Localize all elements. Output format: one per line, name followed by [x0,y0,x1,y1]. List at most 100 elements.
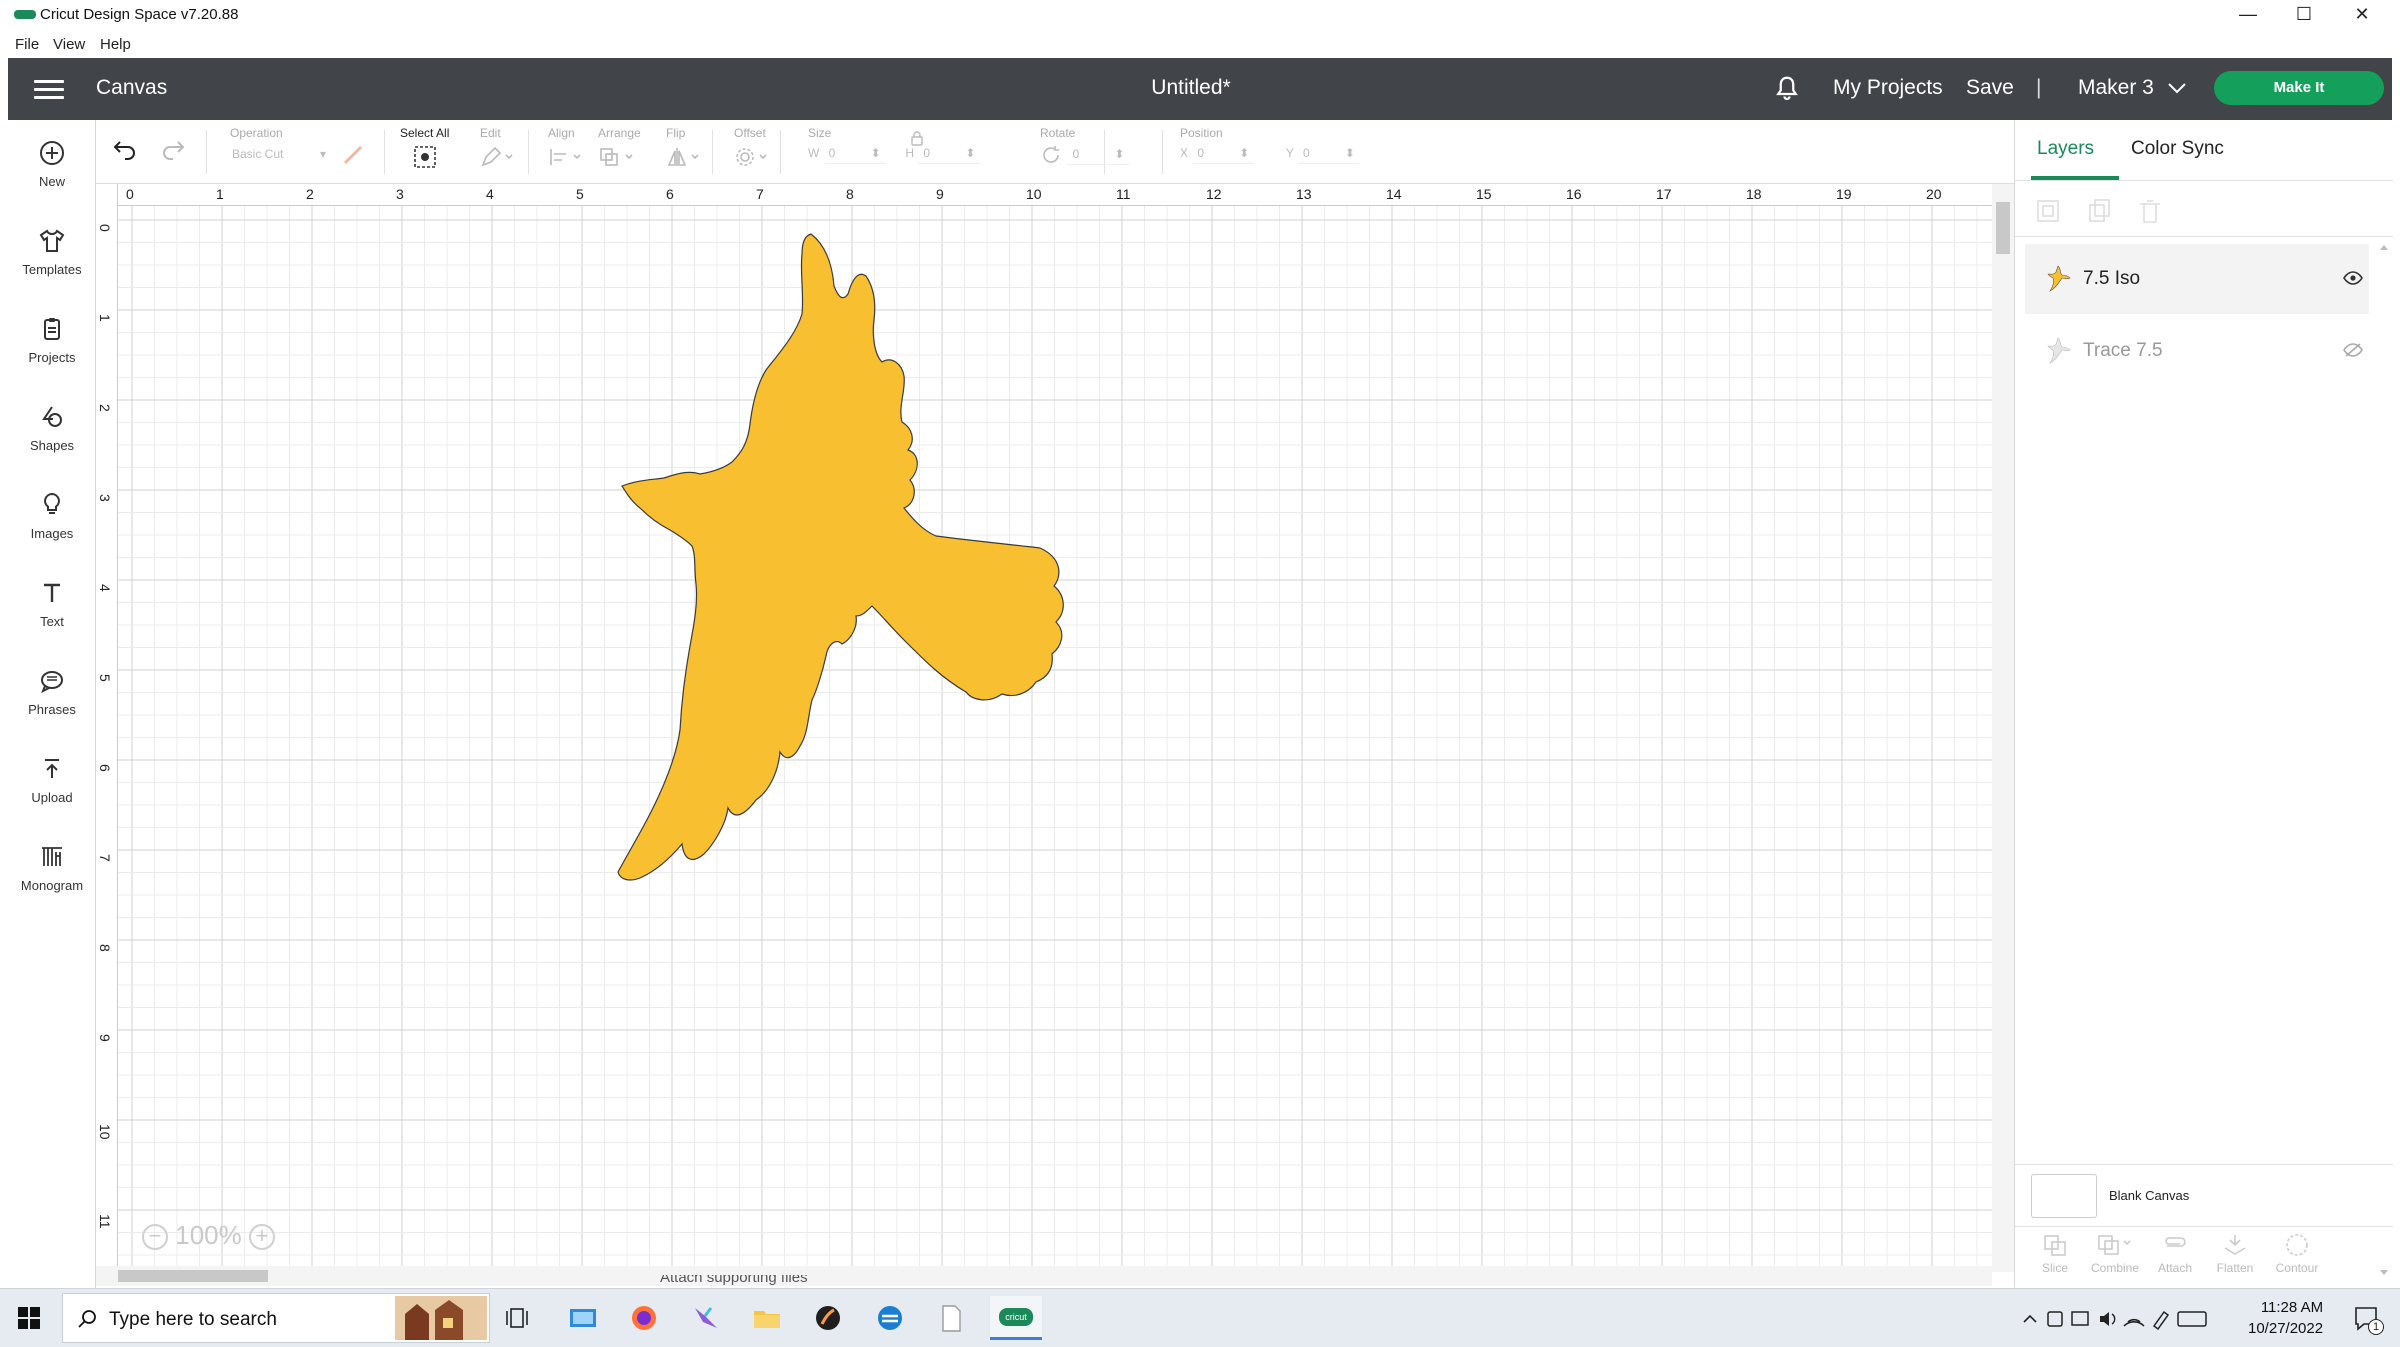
hummingbird-app-icon[interactable] [689,1302,723,1334]
hamburger-menu-icon[interactable] [34,80,64,99]
tool-text[interactable]: Text [8,566,96,646]
save-button[interactable]: Save [1966,76,2014,100]
lock-icon[interactable] [910,130,924,146]
taskbar-clock[interactable]: 11:28 AM 10/27/2022 [2248,1297,2323,1339]
tool-images[interactable]: Images [8,478,96,558]
slice-button[interactable]: Slice [2025,1232,2085,1275]
layer-row[interactable]: Trace 7.5 [2025,316,2369,386]
ruler-tick-label: 8 [97,944,113,952]
menu-file[interactable]: File [15,36,39,53]
plus-circle-icon [40,141,64,165]
tool-upload[interactable]: Upload [8,742,96,822]
edit-label: Edit [480,126,501,140]
undo-button[interactable] [112,136,138,165]
attach-button[interactable]: Attach [2145,1232,2205,1275]
cricut-taskbar-label: cricut [999,1308,1033,1326]
tool-new[interactable]: New [8,126,96,206]
rotate-label: Rotate [1040,126,1076,140]
design-canvas[interactable] [96,184,1992,1272]
flatten-button[interactable]: Flatten [2205,1232,2265,1275]
app-header: Canvas Untitled* My Projects Save | Make… [8,58,2392,120]
ruler-tick-label: 2 [97,404,113,412]
speech-bubble-icon [41,671,63,694]
eye-hidden-icon[interactable] [2343,342,2363,358]
firefox-icon[interactable] [627,1302,661,1334]
blank-canvas-swatch[interactable] [2031,1174,2097,1218]
file-explorer-icon[interactable] [750,1302,784,1334]
app-blue-icon[interactable] [873,1302,907,1334]
tool-shapes[interactable]: Shapes [8,390,96,470]
close-button[interactable]: ✕ [2334,0,2390,30]
left-toolbar: New Templates Projects Shapes Images Tex… [8,120,96,1288]
redo-button[interactable] [160,136,186,165]
flip-group[interactable]: Flip [666,126,702,173]
windows-start-icon[interactable] [17,1306,41,1330]
horizontal-scrollbar[interactable] [96,1266,1992,1286]
layer-row[interactable]: 7.5 Iso [2025,244,2369,314]
my-projects-link[interactable]: My Projects [1833,76,1943,100]
width-input[interactable]: 0 ⬍ [822,144,887,164]
layers-panel: Layers Color Sync 7.5 Iso Trace 7.5 Blan… [2014,120,2393,1288]
arrange-group[interactable]: Arrange [598,126,641,173]
vertical-scrollbar[interactable] [1992,184,2014,1272]
slice-icon [2044,1235,2066,1256]
wifi-icon [2123,1318,2145,1327]
offset-label: Offset [734,126,766,140]
tool-monogram[interactable]: Monogram [8,830,96,910]
edit-group[interactable]: Edit [480,126,514,173]
minimize-button[interactable]: — [2220,0,2276,30]
combine-button[interactable]: Combine [2085,1232,2145,1275]
duplicate-icon [2089,199,2110,222]
ruler-tick-label: 3 [97,494,113,502]
scrollbar-thumb[interactable] [118,1270,268,1282]
y-input[interactable]: 0 ⬍ [1296,144,1361,164]
contour-button[interactable]: Contour [2267,1232,2327,1275]
tool-templates[interactable]: Templates [8,214,96,294]
task-view-icon[interactable] [502,1302,536,1334]
ruler-tick-label: 10 [1026,186,1042,202]
layer-name: Trace 7.5 [2083,340,2163,361]
document-icon[interactable] [934,1302,968,1334]
stepper-icon: ⬍ [870,146,881,160]
panel-scrollbar[interactable] [2377,240,2391,1340]
menu-view[interactable]: View [53,36,85,53]
rotate-input[interactable]: 0 ⬍ [1066,145,1131,165]
eye-icon[interactable] [2343,270,2363,286]
height-input[interactable]: 0 ⬍ [917,144,982,164]
x-input[interactable]: 0 ⬍ [1191,144,1256,164]
height-label: H [905,146,915,161]
offset-group[interactable]: Offset [734,126,770,173]
cricut-taskbar-button[interactable]: cricut [990,1296,1042,1340]
pencil-icon [481,146,513,167]
select-all-button[interactable]: Select All [400,126,449,175]
position-group: Position X 0 ⬍ Y 0 ⬍ [1180,126,1361,170]
panel-divider [2015,236,2393,237]
zoom-out-button[interactable]: − [142,1224,168,1251]
tab-layers[interactable]: Layers [2037,138,2094,160]
machine-selector[interactable]: Maker 3 [2078,76,2188,100]
ruler-tick-label: 17 [1656,186,1672,202]
operation-label: Operation [230,126,283,140]
tab-color-sync[interactable]: Color Sync [2131,138,2224,160]
align-group[interactable]: Align [548,126,582,173]
tool-projects[interactable]: Projects [8,302,96,382]
make-it-button[interactable]: Make It [2214,71,2384,105]
group-icon [2037,200,2059,222]
maximize-button[interactable]: ☐ [2276,0,2332,30]
bird-silhouette-shape[interactable] [96,184,1992,1272]
app-circle-icon[interactable] [811,1302,845,1334]
ruler-tick-label: 6 [666,186,674,202]
tool-phrases[interactable]: Phrases [8,654,96,734]
clock-date: 10/27/2022 [2248,1320,2324,1337]
zoom-control: − 100% + [142,1220,275,1251]
operation-select[interactable]: Basic Cut ▾ [230,145,332,165]
scrollbar-thumb[interactable] [1996,202,2010,254]
windows-taskbar: Type here to search cricut 11:28 AM 10/2… [0,1288,2400,1347]
bird-path[interactable] [617,233,1064,881]
zoom-in-button[interactable]: + [248,1224,275,1251]
notification-bell-icon[interactable] [1772,74,1802,104]
taskbar-search-box[interactable]: Type here to search [62,1293,490,1343]
menu-help[interactable]: Help [100,36,131,53]
screen-app-icon[interactable] [566,1302,600,1334]
document-title[interactable]: Untitled* [1151,76,1230,99]
